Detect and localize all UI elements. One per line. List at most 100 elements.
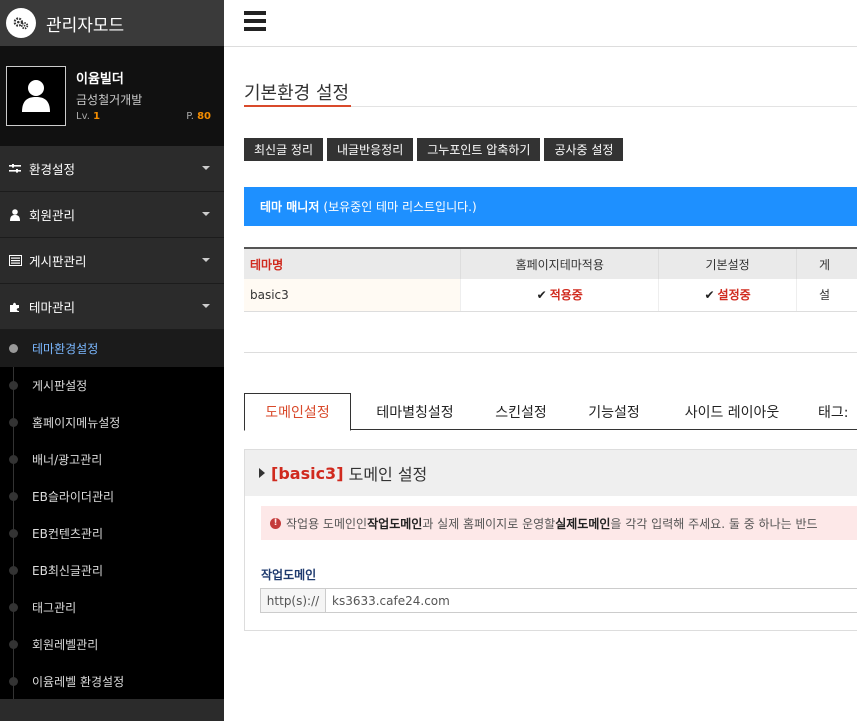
- check-icon: ✔: [704, 288, 715, 303]
- submenu-label: 이윰레벨 환경설정: [32, 675, 125, 689]
- submenu-label: 회원레벨관리: [32, 638, 99, 652]
- sidebar-section-settings[interactable]: 환경설정: [0, 146, 224, 192]
- top-bar: [224, 0, 857, 47]
- submenu-item-contents[interactable]: EB컨텐츠관리: [0, 515, 224, 552]
- sidebar-section-boards[interactable]: 게시판관리: [0, 238, 224, 284]
- bullet-dot-icon: [9, 418, 18, 427]
- sidebar-section-members[interactable]: 회원관리: [0, 192, 224, 238]
- sidebar-section-label: 테마관리: [29, 300, 76, 315]
- user-silhouette-icon: [22, 80, 50, 112]
- settings-tabs: 도메인설정 테마별칭설정 스킨설정 기능설정 사이드 레이아웃 태그:: [244, 393, 857, 431]
- heading-text: 도메인 설정: [348, 465, 428, 484]
- submenu-item-banner[interactable]: 배너/광고관리: [0, 441, 224, 478]
- submenu-item-tags[interactable]: 태그관리: [0, 589, 224, 626]
- profile-level: Lv. 1: [76, 111, 100, 122]
- puzzle-icon: [8, 300, 22, 314]
- point-label: P.: [186, 111, 194, 122]
- user-icon: [8, 208, 22, 222]
- caret-down-icon: [202, 212, 210, 216]
- domain-alert: ! 작업용 도메인인 작업도메인 과 실제 홈페이지로 운영할 실제도메인 을 각각…: [261, 506, 857, 540]
- domain-panel-heading: [basic3] 도메인 설정: [245, 450, 857, 496]
- submenu-item-board-settings[interactable]: 게시판설정: [0, 367, 224, 404]
- heading-bracket-open: [: [271, 463, 279, 483]
- work-domain-label: 작업도메인: [261, 568, 317, 582]
- maintenance-button[interactable]: 공사중 설정: [544, 138, 624, 161]
- submenu-item-menu-settings[interactable]: 홈페이지메뉴설정: [0, 404, 224, 441]
- avatar[interactable]: [6, 66, 66, 126]
- submenu-item-slider[interactable]: EB슬라이더관리: [0, 478, 224, 515]
- theme-table: 테마명 홈페이지테마적용 기본설정 게 basic3 ✔ 적용중 ✔ 설정중 설: [244, 247, 857, 312]
- sidebar-section-label: 환경설정: [29, 162, 76, 177]
- submenu-item-theme-settings[interactable]: 테마환경설정: [0, 330, 224, 367]
- submenu-item-eyoom-level[interactable]: 이윰레벨 환경설정: [0, 663, 224, 700]
- submenu-item-latest[interactable]: EB최신글관리: [0, 552, 224, 589]
- tab-side-layout[interactable]: 사이드 레이아웃: [666, 393, 798, 430]
- theme-banner-title: 테마 매니저: [260, 200, 320, 214]
- domain-settings-panel: [basic3] 도메인 설정 ! 작업용 도메인인 작업도메인 과 실제 홈페이…: [244, 449, 857, 631]
- basic-status-cell[interactable]: ✔ 설정중: [658, 279, 798, 312]
- protocol-prefix: http(s)://: [261, 589, 326, 612]
- work-domain-input[interactable]: [326, 589, 857, 612]
- caret-down-icon: [202, 166, 210, 170]
- submenu-label: 게시판설정: [32, 379, 88, 393]
- apply-status-cell[interactable]: ✔ 적용중: [460, 279, 660, 312]
- theme-submenu: 테마환경설정 게시판설정 홈페이지메뉴설정 배너/광고관리 EB슬라이더관리 E…: [0, 330, 224, 700]
- bullet-dot-icon: [9, 344, 18, 353]
- sidebar-footer: [0, 699, 224, 721]
- alert-bold-text: 실제도메인: [555, 516, 611, 531]
- compress-points-button[interactable]: 그누포인트 압축하기: [417, 138, 541, 161]
- caret-right-icon: [259, 468, 265, 478]
- clean-latest-button[interactable]: 최신글 정리: [244, 138, 324, 161]
- table-row: basic3 ✔ 적용중 ✔ 설정중 설: [244, 279, 857, 312]
- profile-points: P. 80: [186, 111, 211, 122]
- caret-down-icon: [202, 258, 210, 262]
- sidebar: 관리자모드 이윰빌더 금성철거개발 Lv. 1 P. 80 환경설정 회원관리 …: [0, 0, 224, 721]
- profile-name: 이윰빌더: [76, 72, 124, 87]
- theme-manager-banner: 테마 매니저 (보유중인 테마 리스트입니다.): [244, 187, 857, 226]
- tab-tags[interactable]: 태그:: [806, 393, 857, 430]
- submenu-label: 홈페이지메뉴설정: [32, 416, 121, 430]
- bullet-dot-icon: [9, 381, 18, 390]
- tab-skin[interactable]: 스킨설정: [480, 393, 562, 430]
- submenu-label: 테마환경설정: [32, 342, 99, 356]
- main-content: 기본환경 설정 최신글 정리 내글반응정리 그누포인트 압축하기 공사중 설정 …: [244, 47, 857, 721]
- sidebar-section-themes[interactable]: 테마관리: [0, 284, 224, 330]
- sliders-icon: [8, 162, 22, 176]
- level-value: 1: [93, 111, 101, 122]
- level-label: Lv.: [76, 111, 90, 122]
- tab-domain[interactable]: 도메인설정: [244, 393, 351, 431]
- board-icon: [8, 254, 22, 268]
- alert-text: 과 실제 홈페이지로 운영할: [422, 516, 556, 531]
- action-buttons: 최신글 정리 내글반응정리 그누포인트 압축하기 공사중 설정: [244, 138, 627, 161]
- gears-icon: [6, 8, 36, 38]
- bullet-dot-icon: [9, 640, 18, 649]
- check-icon: ✔: [536, 288, 547, 303]
- tab-features[interactable]: 기능설정: [570, 393, 658, 430]
- column-header: 게: [796, 247, 857, 279]
- section-divider: [244, 352, 857, 353]
- page-title-bar: 기본환경 설정: [244, 79, 857, 107]
- profile-card: 이윰빌더 금성철거개발 Lv. 1 P. 80: [0, 46, 224, 146]
- submenu-label: EB슬라이더관리: [32, 490, 115, 504]
- column-header: 홈페이지테마적용: [460, 247, 660, 279]
- tab-theme-alias[interactable]: 테마별칭설정: [358, 393, 472, 430]
- hamburger-icon[interactable]: [244, 11, 266, 31]
- extra-cell[interactable]: 설: [796, 279, 857, 312]
- bullet-dot-icon: [9, 529, 18, 538]
- profile-org: 금성철거개발: [76, 93, 143, 107]
- work-domain-field: http(s)://: [260, 588, 857, 613]
- brand-title: 관리자모드: [46, 15, 125, 36]
- submenu-item-member-level[interactable]: 회원레벨관리: [0, 626, 224, 663]
- sidebar-section-label: 게시판관리: [29, 254, 87, 269]
- bullet-dot-icon: [9, 492, 18, 501]
- submenu-label: 배너/광고관리: [32, 453, 103, 467]
- bullet-dot-icon: [9, 677, 18, 686]
- info-circle-icon: !: [270, 517, 281, 529]
- clean-reactions-button[interactable]: 내글반응정리: [327, 138, 414, 161]
- theme-banner-subtitle: (보유중인 테마 리스트입니다.): [323, 200, 477, 214]
- sidebar-section-label: 회원관리: [29, 208, 76, 223]
- page-title: 기본환경 설정: [244, 79, 352, 107]
- alert-text: 을 각각 입력해 주세요. 둘 중 하나는 반드: [610, 516, 818, 531]
- brand-bar[interactable]: 관리자모드: [0, 0, 224, 46]
- basic-status: 설정중: [717, 288, 751, 303]
